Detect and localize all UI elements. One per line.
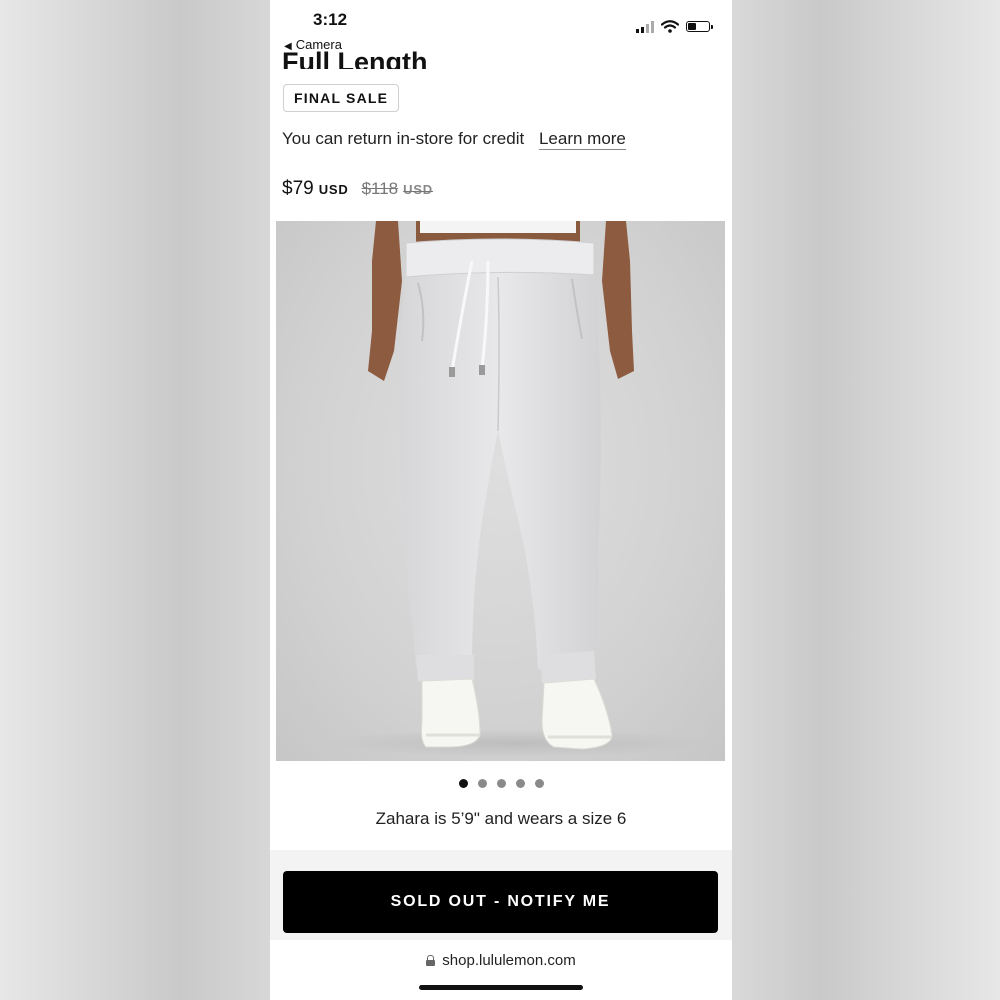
carousel-dot[interactable] [458, 779, 468, 788]
carousel-dot[interactable] [477, 779, 487, 788]
browser-url-bar[interactable]: shop.lululemon.com [270, 952, 732, 969]
original-price-value: $118 [361, 179, 399, 198]
original-price: $118 USD [362, 179, 433, 199]
battery-icon [686, 21, 713, 32]
current-price-currency: USD [318, 182, 349, 197]
return-policy-line: You can return in-store for credit Learn… [282, 129, 626, 150]
page-title: Full Length [282, 47, 428, 69]
browser-url: shop.lululemon.com [442, 952, 576, 969]
original-price-currency: USD [403, 182, 433, 197]
status-icons [636, 20, 713, 33]
carousel-dot[interactable] [496, 779, 506, 788]
lock-icon [426, 955, 436, 966]
home-indicator[interactable] [419, 985, 583, 990]
price-row: $79 USD $118 USD [282, 178, 433, 200]
learn-more-link[interactable]: Learn more [538, 129, 626, 150]
carousel-dot[interactable] [515, 779, 525, 788]
product-image[interactable] [276, 221, 725, 761]
status-time: 3:12 [313, 10, 348, 29]
return-policy-text: You can return in-store for credit [282, 129, 525, 148]
page-title-container: Full Length [282, 40, 582, 69]
model-caption: Zahara is 5’9" and wears a size 6 [375, 809, 627, 828]
carousel-dot[interactable] [534, 779, 544, 788]
wifi-icon [661, 20, 679, 33]
signal-icon [636, 20, 654, 33]
phone-screen: 3:12 ◀ Camera Full Length FINAL SALE You … [270, 0, 732, 1000]
carousel-dots [270, 779, 732, 788]
joggers-illustration [326, 221, 706, 757]
sold-out-notify-button[interactable]: SOLD OUT - NOTIFY ME [283, 871, 718, 933]
current-price: $79 [282, 178, 314, 199]
final-sale-badge: FINAL SALE [283, 84, 400, 112]
